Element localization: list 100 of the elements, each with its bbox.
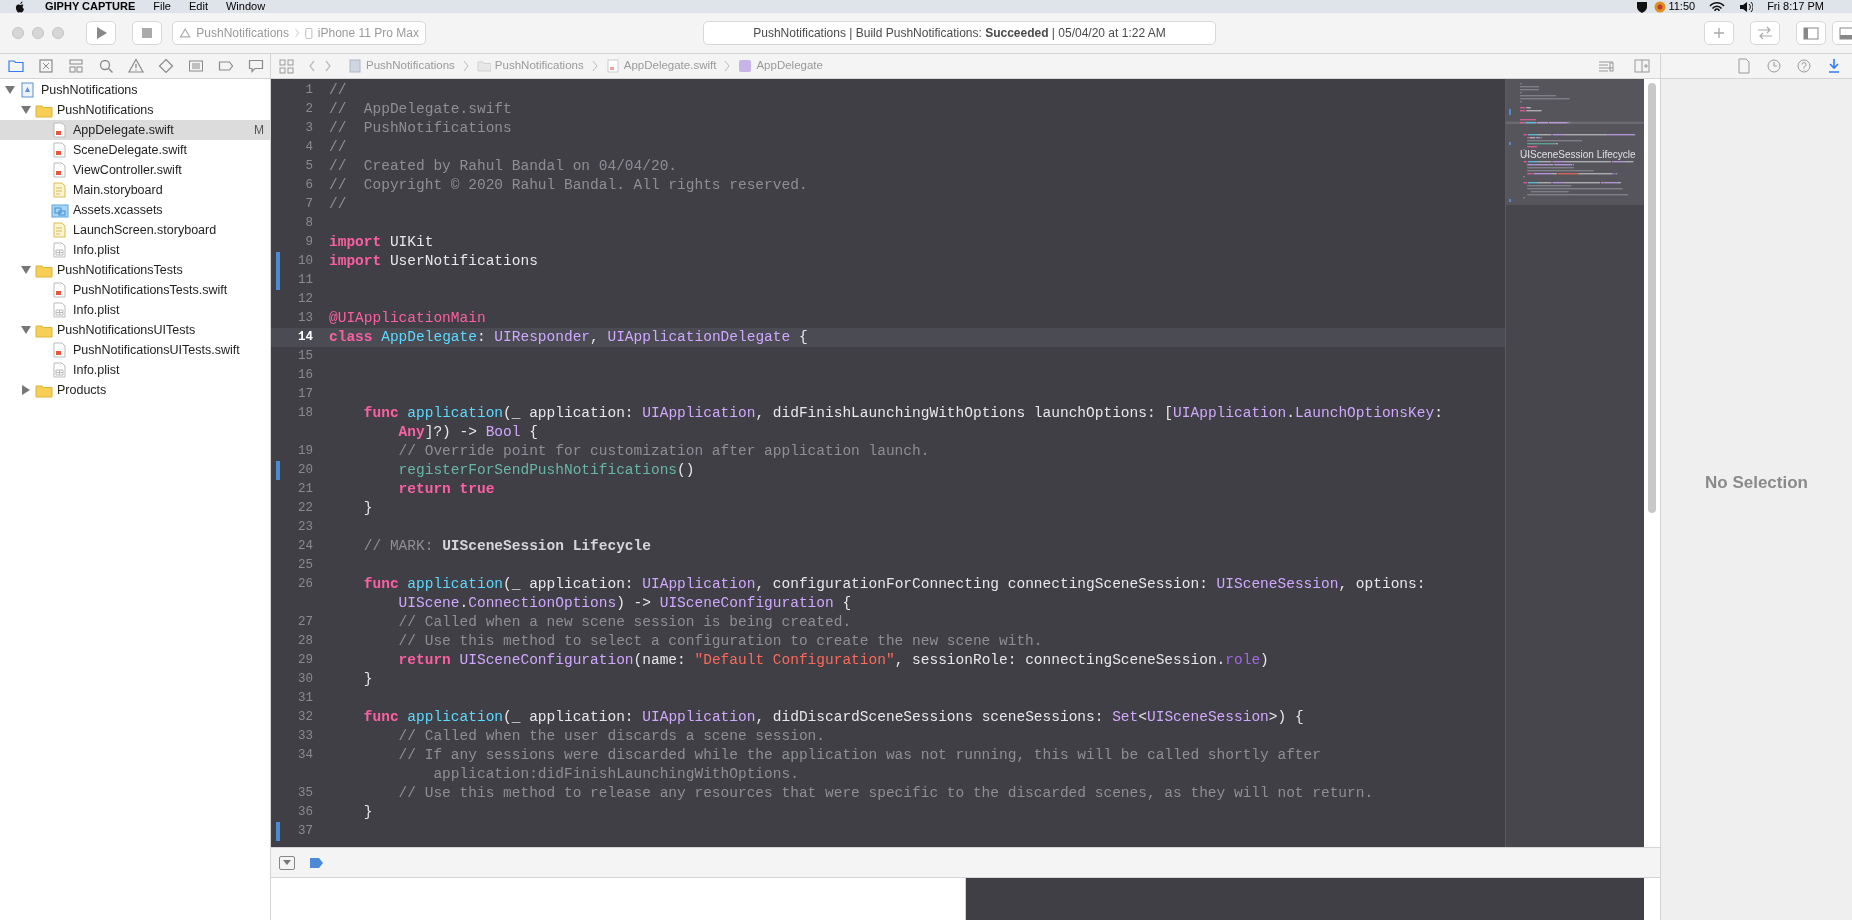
logo-icon[interactable] (14, 0, 25, 13)
code-review-button[interactable] (1750, 21, 1780, 45)
navigator-row[interactable]: PushNotificationsTests.swift (0, 280, 270, 300)
menu-item[interactable]: File (153, 0, 171, 13)
navigator-row[interactable]: PushNotifications (0, 100, 270, 120)
line-number: 17 (298, 387, 313, 401)
breakpoint-icon[interactable] (309, 856, 324, 869)
menu-item[interactable]: Edit (189, 0, 208, 13)
line-number: 3 (305, 121, 313, 135)
document-icon[interactable] (1736, 58, 1752, 74)
app-menu[interactable]: GIPHY CAPTURE (45, 0, 136, 13)
line-number: 23 (298, 520, 313, 534)
editor-options-icon[interactable] (1598, 59, 1614, 73)
status-time[interactable]: 11:50 (1668, 0, 1696, 13)
swift-file-icon (51, 162, 69, 178)
folder-icon[interactable] (8, 58, 24, 74)
plist-file-icon (51, 242, 69, 258)
folder-icon (35, 382, 53, 398)
split-editor-icon[interactable] (1634, 59, 1650, 73)
square-x-icon[interactable] (38, 58, 54, 74)
help-icon[interactable] (1796, 58, 1812, 74)
code-line: // (329, 139, 347, 155)
forward-icon[interactable] (324, 60, 332, 72)
square-icon (738, 59, 753, 73)
navigator-row[interactable]: AppDelegate.swift M (0, 120, 270, 140)
arrow-down-icon[interactable] (1826, 58, 1842, 74)
line-number: 25 (298, 558, 313, 572)
line-number: 35 (298, 786, 313, 800)
caret-icon (282, 859, 292, 866)
stop-button[interactable] (132, 21, 162, 45)
disclosure-triangle-icon[interactable] (21, 265, 31, 275)
tag-icon[interactable] (218, 58, 234, 74)
disclosure-triangle-icon[interactable] (21, 325, 31, 335)
document-icon (605, 59, 620, 73)
shield-icon[interactable] (1636, 0, 1649, 13)
minimap-drawing[interactable] (1506, 79, 1644, 205)
navigator-row[interactable]: PushNotificationsTests (0, 260, 270, 280)
code-line: // (329, 82, 347, 98)
navigator-row[interactable]: PushNotificationsUITests (0, 320, 270, 340)
navigator-row[interactable]: Info.plist (0, 300, 270, 320)
disclosure-triangle-icon[interactable] (5, 85, 15, 95)
code-line: UIScene.ConnectionOptions) -> UISceneConfiguration { (397, 595, 852, 611)
navigator-row[interactable]: Info.plist (0, 360, 270, 380)
chevron-icon (724, 60, 731, 72)
line-number: 13 (298, 311, 313, 325)
back-icon[interactable] (308, 60, 316, 72)
navigator-row[interactable]: PushNotificationsUITests.swift (0, 340, 270, 360)
clock-icon[interactable] (1766, 58, 1782, 74)
navigator-row[interactable]: ViewController.swift (0, 160, 270, 180)
speaker-icon[interactable] (1739, 0, 1754, 13)
navigator-row[interactable]: LaunchScreen.storyboard (0, 220, 270, 240)
code-line: // If any sessions were discarded while the application was not running, this will be called shortly after (397, 747, 1321, 763)
line-number: 24 (298, 539, 313, 553)
navigator-row[interactable]: SceneDelegate.swift (0, 140, 270, 160)
menubar-clock[interactable]: Fri 8:17 PM (1767, 0, 1824, 13)
code-line: // MARK: UISceneSession Lifecycle (362, 538, 651, 554)
folder-icon (35, 322, 53, 338)
navigator-row[interactable]: Main.storyboard (0, 180, 270, 200)
code-line: // Called when a new scene session is being created. (397, 614, 852, 630)
code-line: // PushNotifications (329, 120, 512, 136)
navigator-row[interactable]: Assets.xcassets (0, 200, 270, 220)
navigator-toggle[interactable] (1796, 21, 1826, 45)
line-number: 6 (305, 178, 313, 192)
line-number: 12 (298, 292, 313, 306)
speech-bubble-icon[interactable] (248, 58, 264, 74)
line-number: 11 (298, 273, 313, 287)
line-number: 34 (298, 748, 313, 762)
line-number: 30 (298, 672, 313, 686)
wifi-icon[interactable] (1709, 0, 1726, 13)
navigator-row[interactable]: Products (0, 380, 270, 400)
add-button[interactable] (1704, 21, 1734, 45)
run-button[interactable] (86, 21, 116, 45)
code-line: } (362, 804, 373, 820)
list-icon[interactable] (188, 58, 204, 74)
empty-inspector-text: No Selection (1705, 471, 1808, 494)
line-number: 7 (305, 197, 313, 211)
code-line: // Called when the user discards a scene session. (397, 728, 825, 744)
status-circle-icon[interactable] (1654, 0, 1667, 13)
menu-item[interactable]: Window (225, 0, 266, 13)
grid-icon[interactable] (279, 58, 294, 74)
activity-status: PushNotifications | Build PushNotifications: Succeeded | 05/04/20 at 1:22 AM (703, 21, 1216, 45)
code-line: // Use this method to select a configuration to create the new scene with. (397, 633, 1043, 649)
plus-icon (1713, 27, 1725, 39)
warning-icon[interactable] (128, 58, 144, 74)
line-number: 4 (305, 140, 313, 154)
navigator-row[interactable]: PushNotifications (0, 80, 270, 100)
sidebar-icon (1803, 26, 1819, 40)
plist-file-icon (51, 362, 69, 378)
hierarchy-icon[interactable] (68, 58, 84, 74)
disclosure-triangle-icon[interactable] (21, 105, 31, 115)
phone-icon (305, 25, 313, 41)
scrollbar-thumb[interactable] (1648, 83, 1656, 513)
diamond-icon[interactable] (158, 58, 174, 74)
navigator-row[interactable]: Info.plist (0, 240, 270, 260)
chevron-icon (591, 60, 598, 72)
hide-debug-button[interactable] (279, 855, 295, 870)
search-icon[interactable] (98, 58, 114, 74)
disclosure-triangle-icon[interactable] (21, 385, 31, 395)
code-line: func application(_ application: UIApplication, didFinishLaunchingWithOptions launchOptions: [UIApplication.LaunchOptionsKey: (362, 405, 1443, 421)
line-number: 15 (298, 349, 313, 363)
